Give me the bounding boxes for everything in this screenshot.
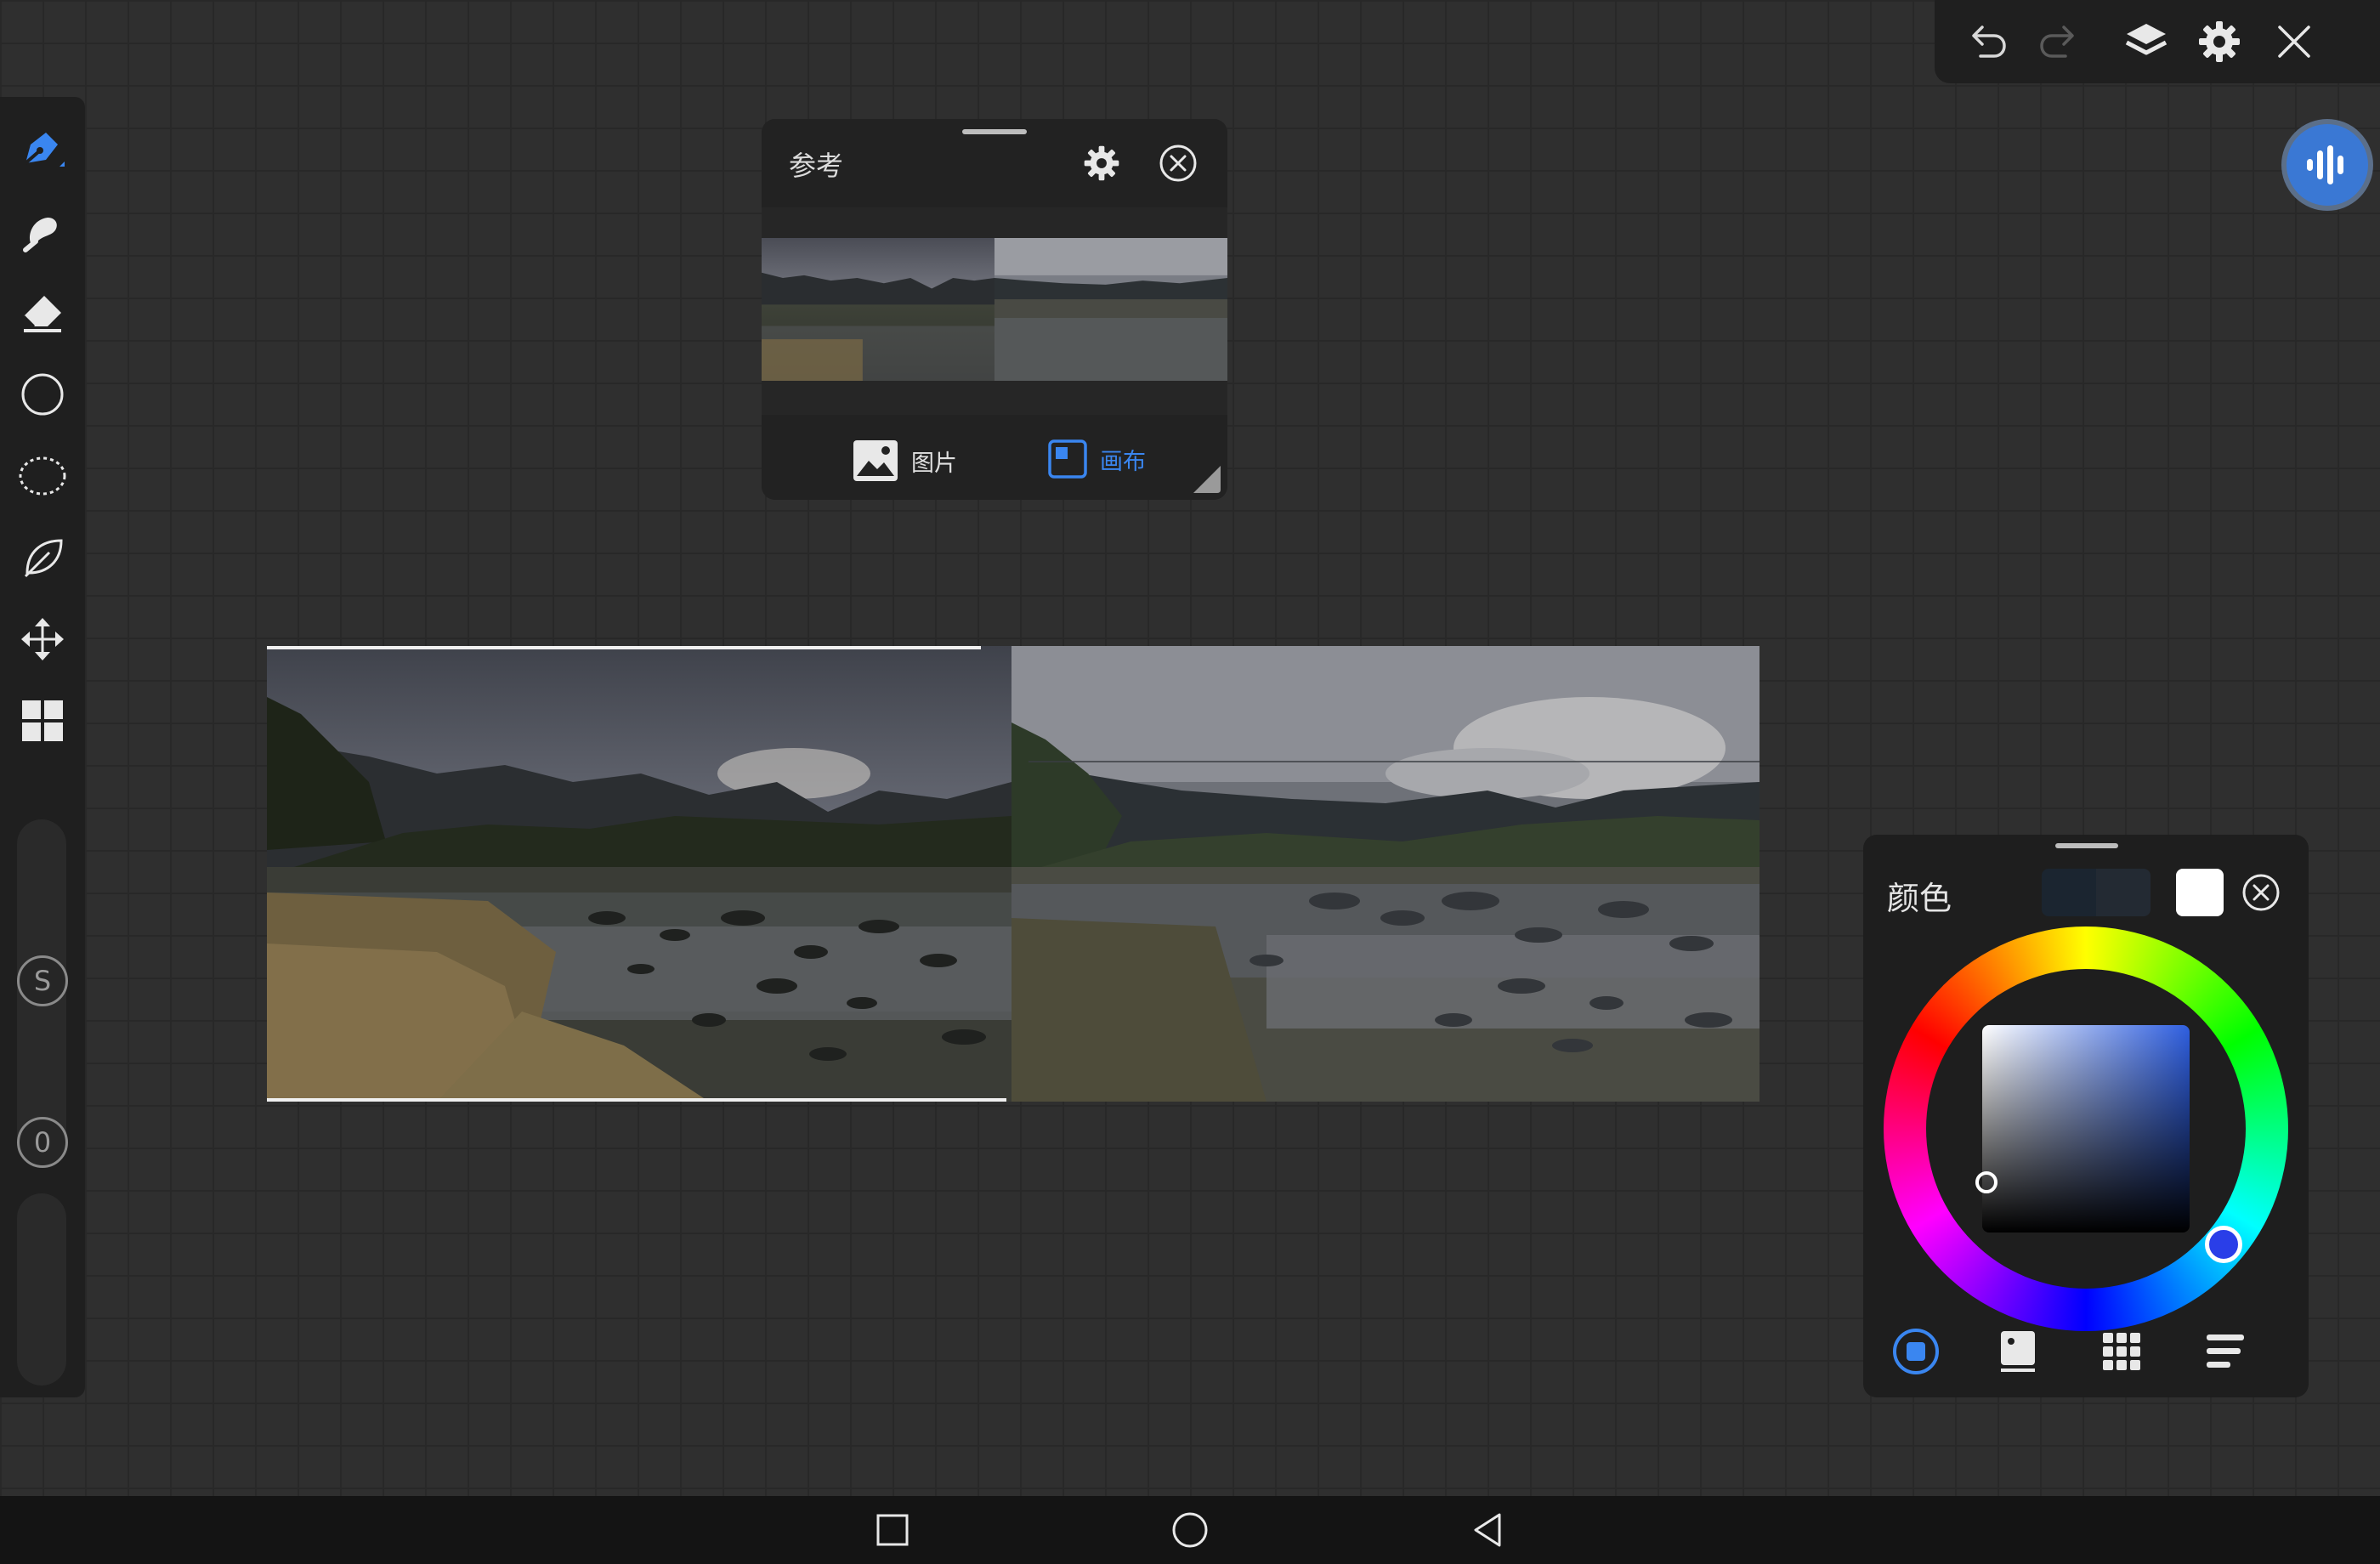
reference-photo-thumbnail xyxy=(762,238,994,381)
opacity-slider[interactable] xyxy=(17,1193,66,1386)
brush-size-knob[interactable]: S xyxy=(17,955,68,1006)
color-panel-close-button[interactable] xyxy=(2241,872,2281,913)
shape-tool[interactable] xyxy=(12,364,73,425)
gear-icon xyxy=(1083,144,1120,182)
reference-settings-button[interactable] xyxy=(1081,143,1122,184)
tab-color-wheel[interactable] xyxy=(1889,1324,1943,1379)
image-icon xyxy=(852,439,899,483)
color-palette-tab-icon xyxy=(2101,1331,2142,1372)
saturation-value-square[interactable] xyxy=(1982,1025,2190,1232)
canvas-painting xyxy=(1012,646,1760,1102)
brush-tool[interactable] xyxy=(12,119,73,180)
opacity-knob[interactable]: 0 xyxy=(17,1117,68,1168)
layout-tool[interactable] xyxy=(12,690,73,751)
back-button[interactable] xyxy=(1465,1508,1510,1552)
reference-panel-footer: 图片 画布 xyxy=(762,415,1227,500)
smudge-tool[interactable] xyxy=(12,201,73,262)
tab-canvas-label: 画布 xyxy=(1100,448,1146,475)
shape-icon xyxy=(19,371,66,418)
left-toolbar: S 0 xyxy=(0,97,85,1397)
tab-color-classic[interactable] xyxy=(1991,1324,2045,1379)
reference-panel-title: 参考 xyxy=(789,150,844,182)
redo-icon xyxy=(2038,20,2081,63)
layers-icon xyxy=(2123,19,2169,65)
brush-icon xyxy=(17,124,68,175)
close-icon xyxy=(2275,22,2314,61)
hue-picker-handle[interactable] xyxy=(2205,1226,2242,1263)
reference-canvas-thumbnail xyxy=(994,238,1227,381)
layers-button[interactable] xyxy=(2116,12,2176,71)
color-sliders-tab-icon xyxy=(2205,1333,2246,1370)
resize-corner-icon xyxy=(1192,464,1222,495)
transform-icon xyxy=(18,615,67,664)
redo-button[interactable] xyxy=(2030,12,2089,71)
close-circle-icon xyxy=(2241,873,2281,912)
drawing-canvas[interactable] xyxy=(267,646,1760,1102)
voice-assistant-button[interactable] xyxy=(2281,119,2373,211)
tab-color-palette[interactable] xyxy=(2094,1324,2149,1379)
color-classic-tab-icon xyxy=(1998,1329,2038,1374)
color-panel: 颜色 xyxy=(1863,835,2309,1397)
eraser-icon xyxy=(19,289,66,337)
settings-button[interactable] xyxy=(2190,12,2249,71)
close-circle-icon xyxy=(1159,144,1198,183)
reference-drag-handle[interactable] xyxy=(962,129,1027,134)
voice-wave-icon xyxy=(2302,144,2353,186)
settings-icon xyxy=(2197,20,2241,64)
current-color-swatch[interactable] xyxy=(2176,869,2224,916)
resize-handle[interactable] xyxy=(1192,464,1222,495)
recent-apps-icon xyxy=(876,1513,910,1547)
tab-image[interactable]: 图片 xyxy=(852,439,957,483)
system-nav-bar xyxy=(0,1496,2380,1564)
lasso-tool[interactable] xyxy=(12,445,73,507)
home-button[interactable] xyxy=(1168,1508,1212,1552)
tab-canvas[interactable]: 画布 xyxy=(1047,439,1146,479)
recent-apps-button[interactable] xyxy=(870,1508,915,1552)
canvas-icon xyxy=(1047,439,1088,479)
previous-color-swatch[interactable] xyxy=(2042,869,2150,916)
back-icon xyxy=(1470,1511,1504,1549)
transform-tool[interactable] xyxy=(12,609,73,670)
color-panel-title: 颜色 xyxy=(1887,880,1952,917)
color-panel-drag-handle[interactable] xyxy=(2055,843,2118,848)
smudge-icon xyxy=(19,207,66,255)
lasso-icon xyxy=(17,452,68,500)
eraser-tool[interactable] xyxy=(12,282,73,343)
reference-panel-header[interactable]: 参考 xyxy=(762,119,1227,207)
undo-button[interactable] xyxy=(1957,12,2016,71)
home-icon xyxy=(1171,1511,1209,1549)
undo-icon xyxy=(1965,20,2008,63)
top-toolbar xyxy=(1935,0,2380,83)
canvas-reference-photo xyxy=(267,646,1012,1102)
reference-panel: 参考 图片 画布 xyxy=(762,119,1227,500)
sv-picker-handle[interactable] xyxy=(1975,1171,1998,1193)
tab-color-sliders[interactable] xyxy=(2198,1324,2252,1379)
color-wheel-tab-icon xyxy=(1892,1328,1940,1375)
layout-icon xyxy=(20,699,65,743)
tab-image-label: 图片 xyxy=(911,450,957,477)
fill-tool[interactable] xyxy=(12,527,73,588)
close-button[interactable] xyxy=(2264,12,2324,71)
fill-icon xyxy=(19,534,66,581)
reference-image-preview[interactable] xyxy=(762,238,1227,381)
reference-close-button[interactable] xyxy=(1158,143,1198,184)
